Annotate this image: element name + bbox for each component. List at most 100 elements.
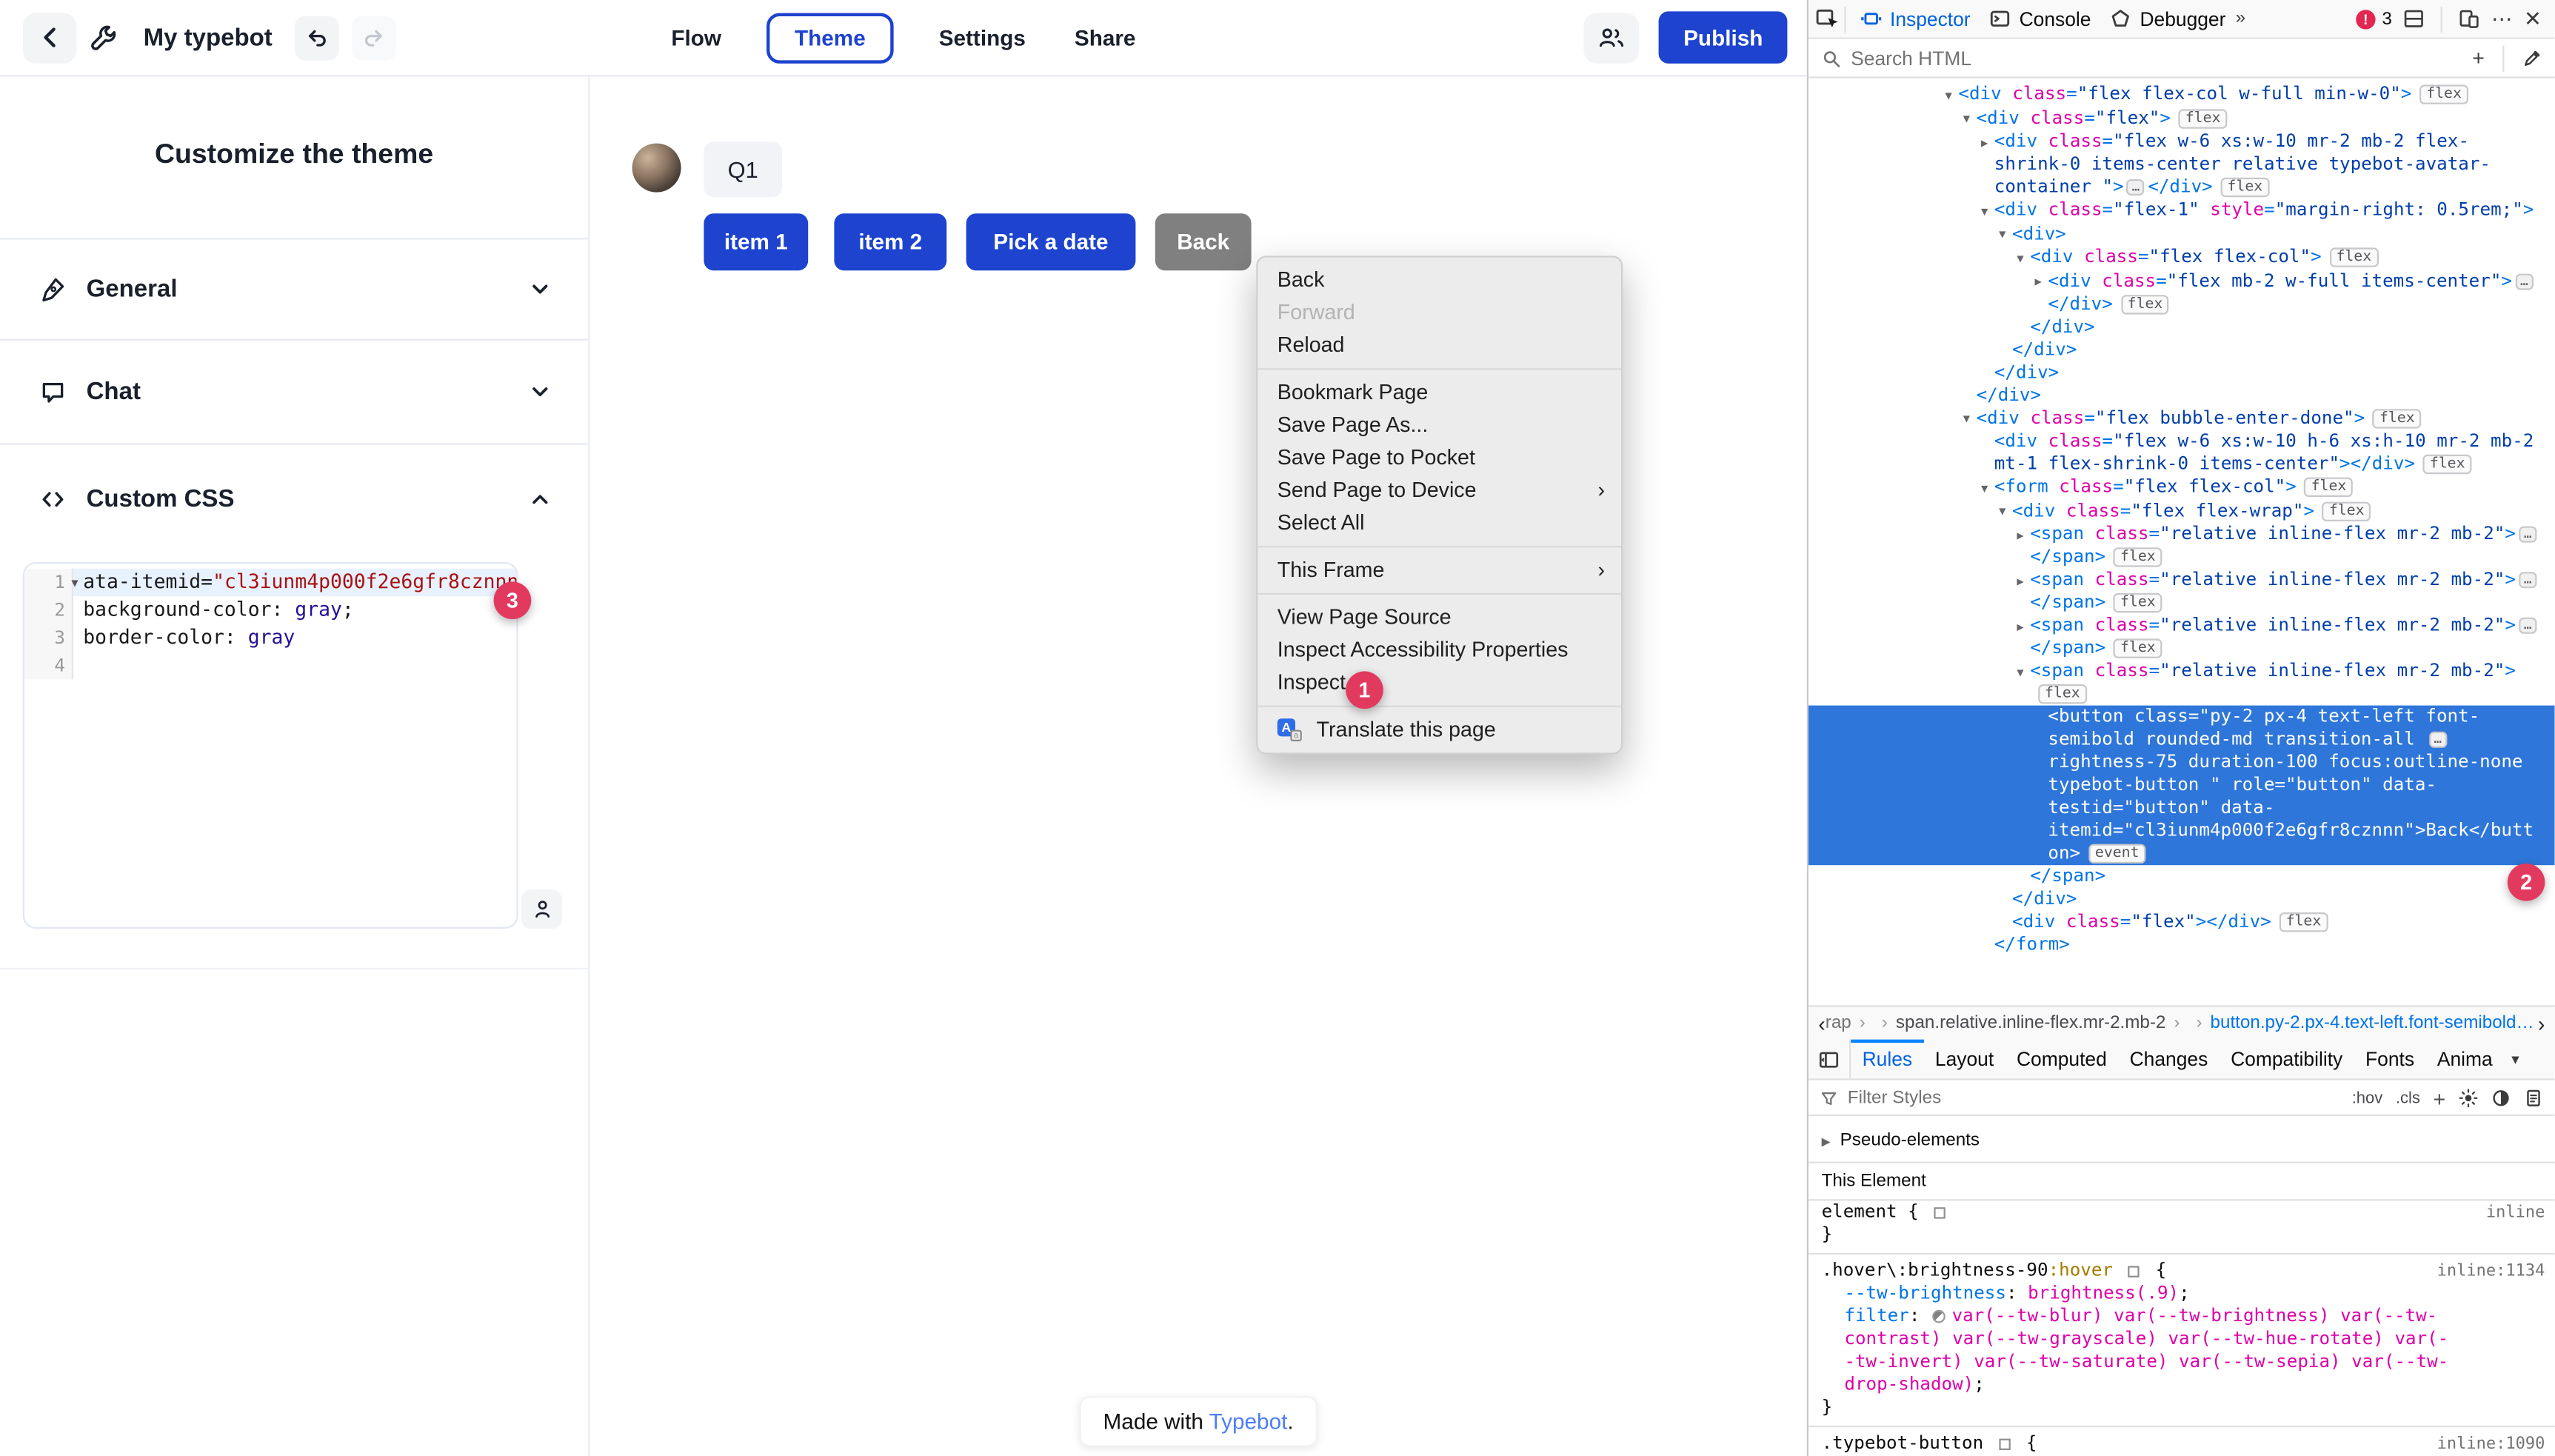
error-count[interactable]: 3 xyxy=(2382,9,2391,28)
markup-line[interactable]: ▼<div class="flex bubble-enter-done">fle… xyxy=(1808,407,2555,430)
menu-item-bookmark-page[interactable]: Bookmark Page xyxy=(1258,376,1621,409)
badge-chip[interactable]: flex xyxy=(2305,478,2353,497)
badge-chip[interactable]: flex xyxy=(2221,178,2269,197)
markup-line[interactable]: </span> xyxy=(1808,865,2555,888)
markup-line[interactable]: <div class="flex w-6 xs:w-10 h-6 xs:h-10… xyxy=(1808,430,2555,476)
stylesheet-source-link[interactable]: inline:1090 xyxy=(2437,1434,2545,1456)
badge-chip[interactable]: flex xyxy=(2373,408,2421,427)
close-devtools-icon[interactable]: ✕ xyxy=(2524,8,2542,30)
print-media-icon[interactable] xyxy=(2491,1089,2511,1108)
avatar-toggle-button[interactable] xyxy=(521,889,562,929)
highlight-target-icon[interactable] xyxy=(1999,1439,2010,1450)
menu-item-this-frame[interactable]: This Frame› xyxy=(1258,554,1621,587)
more-tabs-icon[interactable]: » xyxy=(2236,10,2244,27)
panel-tab-changes[interactable]: Changes xyxy=(2118,1040,2220,1079)
markup-line[interactable]: ▼<div class="flex flex-wrap">flex xyxy=(1808,499,2555,523)
stylesheet-source-link[interactable]: inline xyxy=(2486,1203,2545,1226)
panel-tab-layout[interactable]: Layout xyxy=(1924,1040,2005,1079)
expand-arrow-closed-icon[interactable]: ▶ xyxy=(2028,270,2048,293)
sidebar-toggle-icon[interactable] xyxy=(1808,1040,1851,1079)
typebot-link[interactable]: Typebot xyxy=(1209,1409,1288,1434)
markup-line[interactable]: ▶<span class="relative inline-flex mr-2 … xyxy=(1808,614,2555,660)
editor-code[interactable] xyxy=(73,652,516,679)
filter-swatch[interactable] xyxy=(1932,1310,1946,1323)
badge-chip[interactable]: flex xyxy=(2038,684,2086,704)
rule-line[interactable]: } xyxy=(1808,1223,2555,1246)
expand-arrow-open-icon[interactable]: ▼ xyxy=(1974,198,1994,222)
badge-chip[interactable]: flex xyxy=(2121,294,2169,313)
eyedropper-icon[interactable] xyxy=(2522,48,2542,67)
chat-button-back[interactable]: Back xyxy=(1155,213,1252,270)
panel-tab-computed[interactable]: Computed xyxy=(2005,1040,2119,1079)
panel-tab-compatibility[interactable]: Compatibility xyxy=(2220,1040,2354,1079)
add-attribute-icon[interactable]: + xyxy=(2472,47,2485,69)
collapsed-ellipsis-icon[interactable]: … xyxy=(2429,732,2447,748)
breadcrumb-item[interactable]: rap xyxy=(1826,1013,1851,1032)
markup-line[interactable]: </form> xyxy=(1808,934,2555,957)
filter-placeholder[interactable]: Filter Styles xyxy=(1848,1089,1941,1108)
light-theme-icon[interactable] xyxy=(2459,1089,2478,1108)
badge-chip[interactable]: event xyxy=(2088,844,2145,864)
expand-arrow-open-icon[interactable]: ▼ xyxy=(1993,499,2012,523)
markup-line[interactable]: ▶<span class="relative inline-flex mr-2 … xyxy=(1808,569,2555,615)
rules-section-header[interactable]: ▶Pseudo-elements xyxy=(1808,1123,2555,1163)
markup-line[interactable]: </div> xyxy=(1808,888,2555,911)
class-toggle[interactable]: .cls xyxy=(2396,1089,2420,1107)
editor-code[interactable]: background-color: gray; xyxy=(73,596,516,624)
expand-arrow-open-icon[interactable]: ▼ xyxy=(1957,407,1976,430)
expand-arrow-open-icon[interactable]: ▼ xyxy=(1939,83,1958,107)
markup-line[interactable]: </div> xyxy=(1808,338,2555,361)
collapsed-ellipsis-icon[interactable]: … xyxy=(2515,273,2533,290)
back-button[interactable] xyxy=(23,13,77,63)
rule-line[interactable]: element { inline xyxy=(1808,1200,2555,1223)
breadcrumb-scroll-left-icon[interactable]: ‹ xyxy=(1818,1011,1826,1035)
markup-line[interactable]: ▼<div class="flex flex-col">flex xyxy=(1808,246,2555,270)
menu-item-view-page-source[interactable]: View Page Source xyxy=(1258,601,1621,634)
menu-item-save-page-to-pocket[interactable]: Save Page to Pocket xyxy=(1258,441,1621,474)
markup-line[interactable]: ▼<div class="flex">flex xyxy=(1808,107,2555,130)
tab-flow[interactable]: Flow xyxy=(668,14,724,61)
expand-arrow-open-icon[interactable]: ▼ xyxy=(1957,107,1976,130)
menu-item-reload[interactable]: Reload xyxy=(1258,329,1621,361)
panel-tab-fonts[interactable]: Fonts xyxy=(2354,1040,2426,1079)
responsive-mode-icon[interactable] xyxy=(2459,8,2480,30)
stylesheet-icon[interactable] xyxy=(2524,1089,2543,1108)
highlight-target-icon[interactable] xyxy=(2128,1266,2140,1277)
markup-line[interactable]: ▶<div class="flex mb-2 w-full items-cent… xyxy=(1808,270,2555,315)
markup-line[interactable]: <div class="flex"></div>flex xyxy=(1808,911,2555,934)
collapsed-ellipsis-icon[interactable]: … xyxy=(2519,572,2536,588)
rule-line[interactable]: .typebot-button {inline:1090 xyxy=(1808,1432,2555,1455)
breadcrumb-scroll-right-icon[interactable]: › xyxy=(2538,1011,2545,1035)
chat-button-pick-a-date[interactable]: Pick a date xyxy=(966,213,1136,270)
devtools-tab-console[interactable]: Console xyxy=(1980,0,2101,38)
rule-line[interactable]: --tw-brightness: brightness(.9); xyxy=(1808,1282,2555,1305)
expand-arrow-closed-icon[interactable]: ▶ xyxy=(1974,130,1994,154)
editor-line[interactable]: 1▼ata-itemid="cl3iunm4p000f2e6gfr8cznnn"… xyxy=(24,569,516,596)
editor-code[interactable]: ata-itemid="cl3iunm4p000f2e6gfr8cznnn"] xyxy=(73,569,516,596)
markup-line[interactable]: <button class="py-2 px-4 text-left font-… xyxy=(1808,706,2555,866)
menu-item-select-all[interactable]: Select All xyxy=(1258,507,1621,539)
markup-line[interactable]: ▼<div> xyxy=(1808,222,2555,246)
hover-toggle[interactable]: :hov xyxy=(2352,1089,2383,1107)
rules-section-header[interactable]: This Element xyxy=(1808,1163,2555,1201)
badge-chip[interactable]: flex xyxy=(2423,455,2471,474)
markup-line[interactable]: ▶<span class="relative inline-flex mr-2 … xyxy=(1808,523,2555,569)
chat-button-item1[interactable]: item 1 xyxy=(704,213,808,270)
rule-line[interactable]: filter: var(--tw-blur) var(--tw-brightne… xyxy=(1808,1305,2555,1396)
badge-chip[interactable]: flex xyxy=(2114,638,2162,658)
section-general[interactable]: General xyxy=(0,238,588,338)
expand-arrow-open-icon[interactable]: ▼ xyxy=(1974,475,1994,499)
badge-chip[interactable]: flex xyxy=(2280,912,2328,932)
devtools-tab-inspector[interactable]: Inspector xyxy=(1851,0,1980,38)
highlight-target-icon[interactable] xyxy=(1934,1207,1946,1218)
breadcrumb-item[interactable]: button.py-2.px-4.text-left.font-semibold… xyxy=(2211,1013,2534,1032)
markup-line[interactable]: ▶<div class="flex w-6 xs:w-10 mr-2 mb-2 … xyxy=(1808,130,2555,198)
collapsed-ellipsis-icon[interactable]: … xyxy=(2127,179,2145,196)
publish-button[interactable]: Publish xyxy=(1659,11,1787,63)
markup-line[interactable]: </div> xyxy=(1808,315,2555,338)
menu-item-inspect-accessibility-properties[interactable]: Inspect Accessibility Properties xyxy=(1258,634,1621,667)
markup-line[interactable]: </div> xyxy=(1808,361,2555,384)
tab-theme[interactable]: Theme xyxy=(767,13,894,63)
rule-line[interactable]: } xyxy=(1808,1396,2555,1419)
editor-code[interactable]: border-color: gray xyxy=(73,624,516,652)
